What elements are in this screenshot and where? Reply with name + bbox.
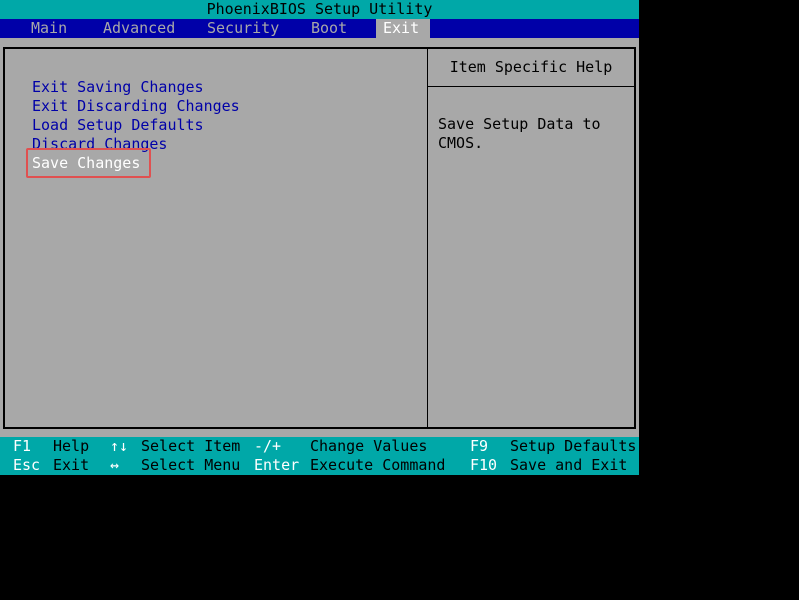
esc-exit-label: Exit (53, 456, 90, 474)
status-bar: F1 Help ↑↓ Select Item -/+ Change Values… (0, 437, 639, 475)
save-changes-item[interactable]: Save Changes (32, 154, 240, 173)
tab-exit[interactable]: Exit (376, 19, 430, 38)
setup-defaults-label: Setup Defaults (510, 437, 637, 455)
bios-screen: PhoenixBIOS Setup Utility Main Advanced … (0, 0, 639, 475)
help-panel: Item Specific Help Save Setup Data to CM… (427, 47, 636, 429)
enter-key: Enter (254, 456, 300, 474)
left-right-arrows-icon: ↔ (110, 456, 120, 474)
select-menu-label: Select Menu (141, 456, 241, 474)
esc-key: Esc (13, 456, 41, 474)
exit-discarding-changes-item[interactable]: Exit Discarding Changes (32, 97, 240, 116)
save-and-exit-label: Save and Exit (510, 456, 628, 474)
tab-boot[interactable]: Boot (304, 19, 354, 38)
f9-key: F9 (470, 437, 489, 455)
change-values-label: Change Values (310, 437, 428, 455)
title-bar: PhoenixBIOS Setup Utility (0, 0, 639, 19)
f1-key: F1 (13, 437, 32, 455)
up-down-arrows-icon: ↑↓ (110, 437, 129, 455)
exit-options-list: Exit Saving Changes Exit Discarding Chan… (32, 78, 240, 173)
menu-bar: Main Advanced Security Boot Exit (0, 19, 639, 38)
tab-main[interactable]: Main (24, 19, 74, 38)
load-setup-defaults-item[interactable]: Load Setup Defaults (32, 116, 240, 135)
execute-command-label: Execute Command (310, 456, 446, 474)
tab-security[interactable]: Security (200, 19, 286, 38)
f1-help-label: Help (53, 437, 90, 455)
help-text: Save Setup Data to CMOS. (438, 115, 601, 152)
tab-advanced[interactable]: Advanced (96, 19, 182, 38)
f10-key: F10 (470, 456, 498, 474)
change-values-key: -/+ (254, 437, 282, 455)
exit-options-panel: Exit Saving Changes Exit Discarding Chan… (3, 47, 428, 429)
select-item-label: Select Item (141, 437, 241, 455)
exit-saving-changes-item[interactable]: Exit Saving Changes (32, 78, 240, 97)
help-header: Item Specific Help (428, 49, 634, 87)
discard-changes-item[interactable]: Discard Changes (32, 135, 240, 154)
